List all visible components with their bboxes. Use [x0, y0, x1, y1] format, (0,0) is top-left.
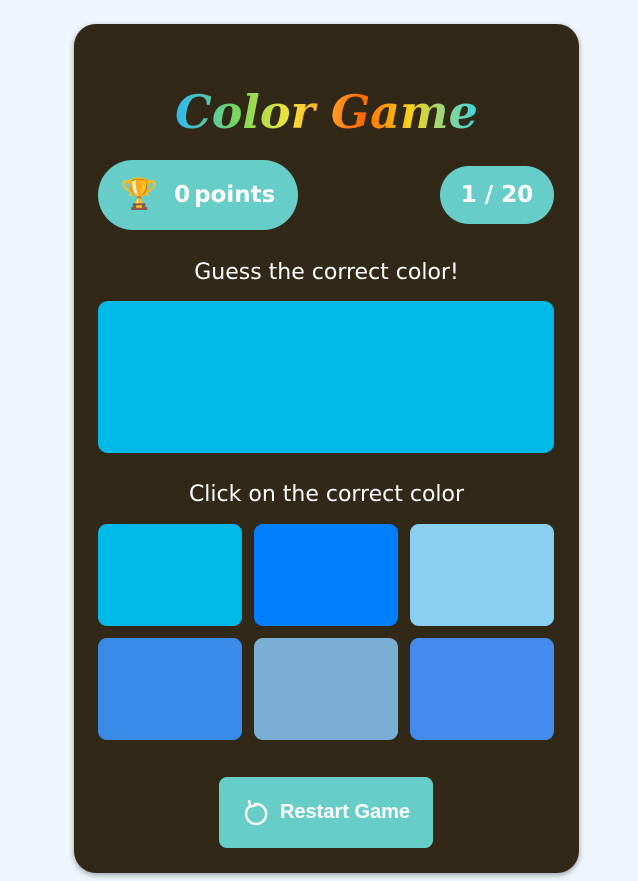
target-prompt: Guess the correct color!	[194, 260, 459, 285]
game-card: Color Game 🏆 0 points 1 / 20 Guess the c…	[74, 24, 579, 873]
target-color-box	[98, 301, 554, 453]
score-value: 0	[174, 182, 191, 208]
color-option-5[interactable]	[254, 638, 398, 740]
options-prompt: Click on the correct color	[188, 482, 465, 507]
color-option-4[interactable]	[98, 638, 242, 740]
color-option-6[interactable]	[410, 638, 554, 740]
score-badge: 🏆 0 points	[98, 160, 298, 230]
color-option-3[interactable]	[410, 524, 554, 626]
restart-button[interactable]: Restart Game	[219, 777, 433, 848]
color-option-2[interactable]	[254, 524, 398, 626]
color-option-1[interactable]	[98, 524, 242, 626]
game-title: Color Game	[175, 85, 478, 139]
trophy-icon: 🏆	[120, 177, 159, 212]
restart-icon	[242, 799, 268, 827]
score-unit: points	[194, 182, 276, 208]
restart-label: Restart Game	[279, 801, 411, 823]
round-counter: 1 / 20	[440, 166, 554, 224]
